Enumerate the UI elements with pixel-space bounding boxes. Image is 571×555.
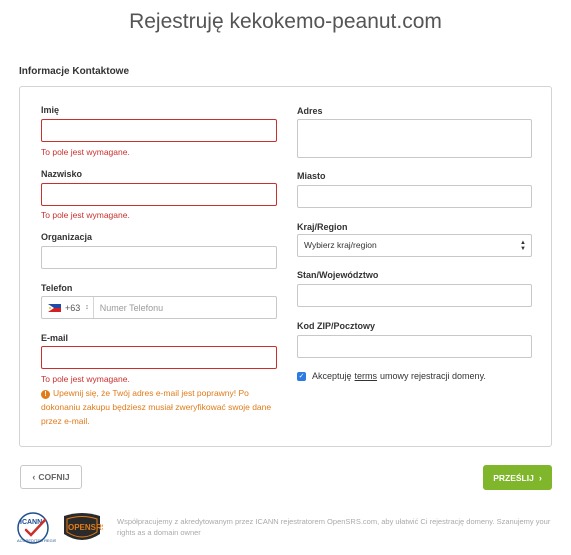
terms-row: ✓ Akceptuję terms umowy rejestracji dome…	[297, 371, 486, 381]
chevron-left-icon: ‹	[32, 472, 36, 482]
select-arrows-icon: ▲ ▼	[520, 240, 526, 252]
opensrs-logo: OPENSRS	[64, 513, 103, 540]
terms-prefix: Akceptuję	[312, 371, 352, 381]
organization-input[interactable]	[41, 246, 277, 269]
country-select[interactable]: Wybierz kraj/region ▲ ▼	[297, 234, 532, 257]
svg-text:OPENSRS: OPENSRS	[68, 523, 103, 532]
country-select-value: Wybierz kraj/region	[304, 240, 377, 250]
phone-field: +63 ↕	[41, 296, 277, 319]
email-input[interactable]	[41, 346, 277, 369]
address-label: Adres	[297, 106, 323, 116]
address-input[interactable]	[297, 119, 532, 158]
first-name-label: Imię	[41, 105, 60, 115]
city-input[interactable]	[297, 185, 532, 208]
icann-accredited-registrar-logo: ICANN ACCREDITED REGISTRAR	[17, 512, 56, 544]
page-title: Rejestruję kekokemo-peanut.com	[129, 10, 442, 33]
last-name-input[interactable]	[41, 183, 277, 206]
back-button[interactable]: ‹ COFNIJ	[20, 465, 82, 489]
back-button-label: COFNIJ	[38, 472, 70, 482]
country-label: Kraj/Region	[297, 222, 348, 232]
first-name-input[interactable]	[41, 119, 277, 142]
last-name-label: Nazwisko	[41, 169, 83, 179]
city-label: Miasto	[297, 171, 326, 181]
terms-link[interactable]: terms	[355, 371, 378, 381]
submit-button[interactable]: PRZEŚLIJ ›	[483, 465, 552, 490]
state-input[interactable]	[297, 284, 532, 307]
terms-suffix: umowy rejestracji domeny.	[380, 371, 486, 381]
stepper-icon: ↕	[85, 304, 89, 311]
footer-text: Współpracujemy z akredytowanym przez ICA…	[117, 517, 551, 537]
phone-label: Telefon	[41, 283, 73, 293]
zip-input[interactable]	[297, 335, 532, 358]
email-warning-text: Upewnij się, że Twój adres e-mail jest p…	[41, 388, 272, 426]
email-error: To pole jest wymagane.	[41, 374, 130, 384]
first-name-error: To pole jest wymagane.	[41, 147, 130, 157]
warning-icon: !	[41, 390, 50, 399]
organization-label: Organizacja	[41, 232, 93, 242]
chevron-right-icon: ›	[538, 472, 542, 483]
state-label: Stan/Województwo	[297, 270, 379, 280]
email-warning: ! Upewnij się, że Twój adres e-mail jest …	[41, 386, 286, 428]
country-code: +63	[65, 302, 81, 313]
last-name-error: To pole jest wymagane.	[41, 210, 130, 220]
terms-checkbox[interactable]: ✓	[297, 371, 306, 381]
email-label: E-mail	[41, 333, 69, 343]
country-code-selector[interactable]: +63 ↕	[42, 297, 94, 318]
phone-input[interactable]	[93, 301, 252, 314]
section-title: Informacje Kontaktowe	[19, 66, 130, 77]
svg-text:ACCREDITED REGISTRAR: ACCREDITED REGISTRAR	[17, 538, 56, 543]
submit-button-label: PRZEŚLIJ	[493, 472, 534, 483]
zip-label: Kod ZIP/Pocztowy	[297, 321, 376, 331]
philippines-flag-icon	[48, 303, 61, 312]
